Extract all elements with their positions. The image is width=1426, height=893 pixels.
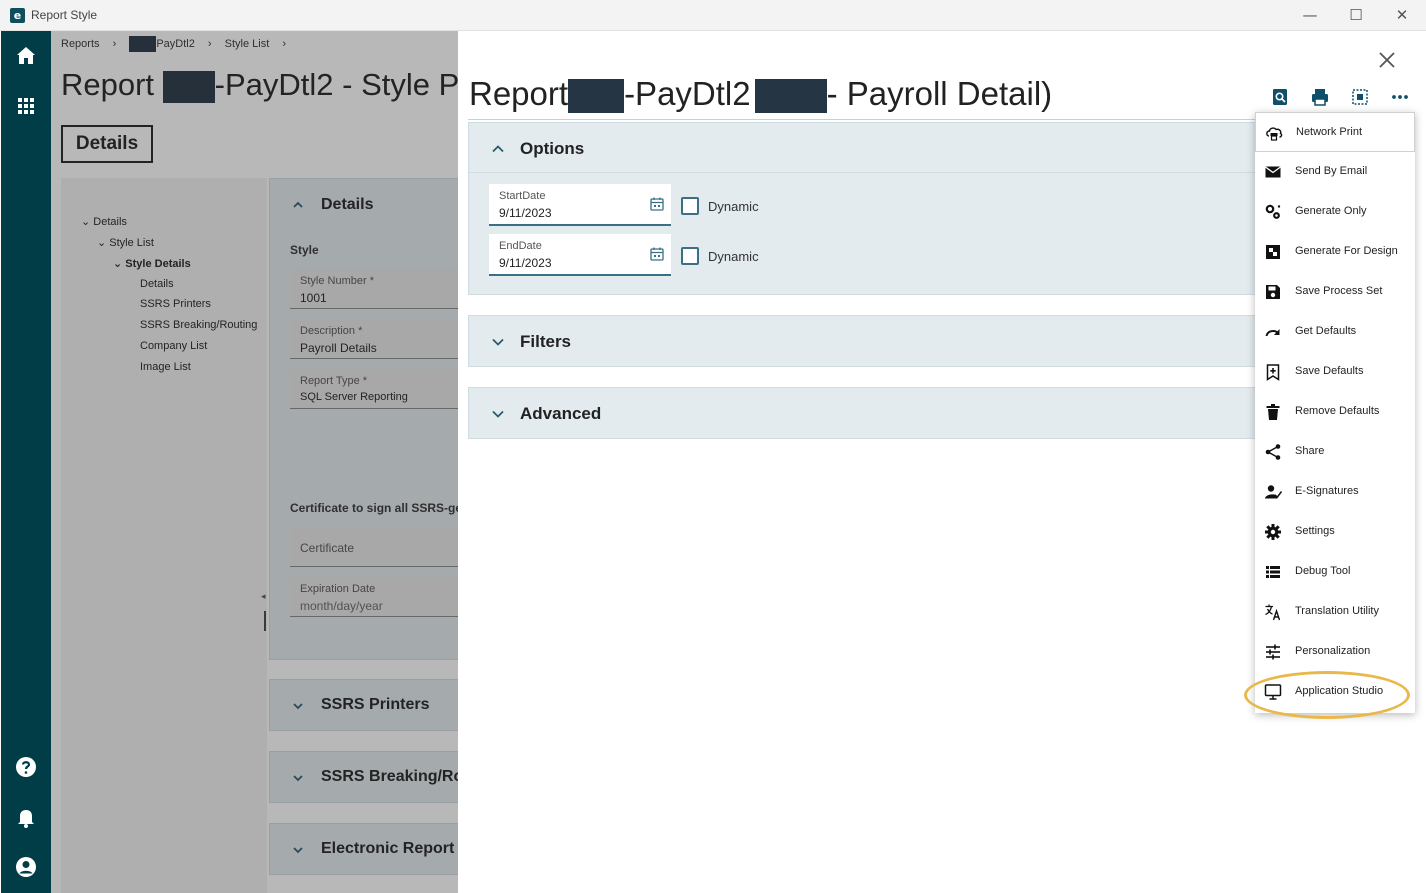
advanced-section[interactable]: Advanced: [468, 387, 1268, 439]
home-icon[interactable]: [14, 44, 38, 68]
email-icon: [1265, 166, 1281, 178]
start-date-field[interactable]: StartDate 9/11/2023: [489, 184, 671, 226]
menu-item-save-process-set[interactable]: Save Process Set: [1255, 272, 1415, 312]
apps-grid-icon[interactable]: [14, 94, 38, 118]
chevron-down-icon: [492, 338, 504, 346]
start-dynamic-checkbox[interactable]: [681, 197, 699, 215]
menu-item-debug-tool[interactable]: Debug Tool: [1255, 552, 1415, 592]
translate-icon: [1265, 604, 1281, 621]
chevron-down-icon: [492, 410, 504, 418]
menu-item-settings[interactable]: Settings: [1255, 512, 1415, 552]
redo-arrow-icon: [1265, 329, 1280, 337]
more-options-icon[interactable]: [1390, 87, 1410, 107]
close-icon[interactable]: [1377, 50, 1397, 70]
end-dynamic-label: Dynamic: [708, 249, 759, 264]
menu-item-personalization[interactable]: Personalization: [1255, 632, 1415, 672]
window-close-button[interactable]: ✕: [1387, 4, 1417, 26]
account-icon[interactable]: [14, 855, 38, 879]
menu-item-translation-utility[interactable]: Translation Utility: [1255, 592, 1415, 632]
trash-icon: [1266, 404, 1280, 420]
bell-icon[interactable]: [14, 805, 38, 829]
print-icon[interactable]: [1310, 87, 1330, 107]
window-title: Report Style: [31, 8, 98, 22]
filters-title: Filters: [520, 332, 572, 351]
help-icon[interactable]: [14, 755, 38, 779]
gear-icon: [1265, 524, 1281, 540]
menu-item-get-defaults[interactable]: Get Defaults: [1255, 312, 1415, 352]
start-date-label: StartDate: [499, 190, 546, 202]
app-logo-icon: e: [10, 8, 25, 23]
menu-item-generate-only[interactable]: Generate Only: [1255, 192, 1415, 232]
bookmark-plus-icon: [1266, 364, 1280, 381]
header-divider: [468, 119, 1268, 120]
options-title[interactable]: Options: [520, 139, 584, 159]
menu-item-save-defaults[interactable]: Save Defaults: [1255, 352, 1415, 392]
save-icon: [1266, 285, 1280, 299]
advanced-title: Advanced: [520, 404, 602, 423]
menu-item-share[interactable]: Share: [1255, 432, 1415, 472]
preview-icon[interactable]: [1270, 87, 1290, 107]
maximize-button[interactable]: ☐: [1341, 4, 1371, 26]
select-all-icon[interactable]: [1350, 87, 1370, 107]
start-date-value[interactable]: 9/11/2023: [499, 206, 552, 220]
calendar-icon[interactable]: [649, 196, 665, 212]
design-icon: [1266, 245, 1280, 259]
filters-section[interactable]: Filters: [468, 315, 1268, 367]
modal-title: Report -PayDtl2- Payroll Detail): [469, 75, 1053, 114]
window-titlebar: e Report Style — ☐ ✕: [0, 0, 1426, 31]
sliders-icon: [1266, 644, 1280, 660]
minimize-button[interactable]: —: [1295, 4, 1325, 26]
chevron-up-icon[interactable]: [491, 142, 505, 156]
menu-item-generate-for-design[interactable]: Generate For Design: [1255, 232, 1415, 272]
end-date-label: EndDate: [499, 240, 542, 252]
calendar-icon[interactable]: [649, 246, 665, 262]
end-date-value[interactable]: 9/11/2023: [499, 256, 552, 270]
menu-item-send-by-email[interactable]: Send By Email: [1255, 152, 1415, 192]
more-options-menu: Network Print Send By Email Generate Onl…: [1255, 112, 1415, 713]
list-icon: [1266, 566, 1280, 578]
modal-backdrop: [51, 31, 458, 893]
nav-rail: [1, 31, 51, 893]
menu-item-remove-defaults[interactable]: Remove Defaults: [1255, 392, 1415, 432]
end-dynamic-checkbox[interactable]: [681, 247, 699, 265]
annotation-highlight-ellipse: [1244, 671, 1410, 719]
signature-icon: [1265, 485, 1282, 499]
gears-icon: [1265, 204, 1281, 219]
start-dynamic-label: Dynamic: [708, 199, 759, 214]
end-date-field[interactable]: EndDate 9/11/2023: [489, 234, 671, 276]
network-print-icon: [1266, 127, 1283, 141]
menu-item-network-print[interactable]: Network Print: [1255, 112, 1415, 152]
options-section: Options StartDate 9/11/2023 Dynamic EndD…: [468, 122, 1268, 295]
menu-item-e-signatures[interactable]: E-Signatures: [1255, 472, 1415, 512]
options-divider: [469, 172, 1267, 173]
share-icon: [1265, 444, 1281, 460]
